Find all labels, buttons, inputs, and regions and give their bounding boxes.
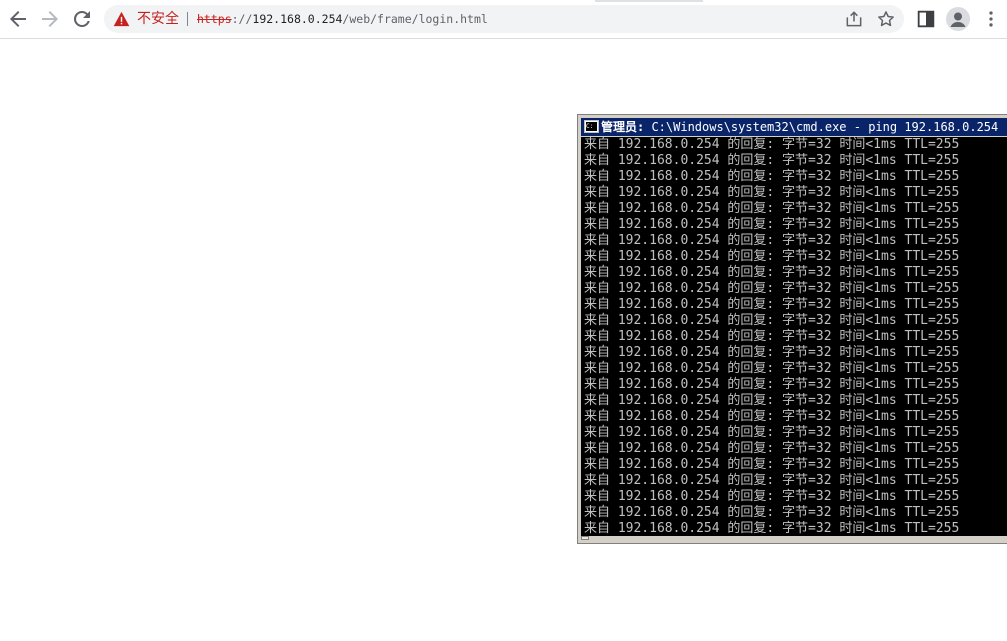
- back-button[interactable]: [6, 7, 30, 31]
- cmd-title: 管理员: C:\Windows\system32\cmd.exe - ping …: [601, 119, 1007, 135]
- share-icon[interactable]: [844, 9, 864, 29]
- ping-reply-line: 来自 192.168.0.254 的回复: 字节=32 时间<1ms TTL=2…: [584, 457, 960, 472]
- ping-reply-line: 来自 192.168.0.254 的回复: 字节=32 时间<1ms TTL=2…: [584, 153, 960, 168]
- side-panel-icon[interactable]: [915, 8, 937, 30]
- cmd-horizontal-scrollbar[interactable]: [581, 536, 1007, 540]
- browser-toolbar: 不安全 https://192.168.0.254/web/frame/logi…: [0, 0, 1007, 39]
- ping-reply-line: 来自 192.168.0.254 的回复: 字节=32 时间<1ms TTL=2…: [584, 137, 960, 152]
- ping-reply-line: 来自 192.168.0.254 的回复: 字节=32 时间<1ms TTL=2…: [584, 217, 960, 232]
- ping-reply-line: 来自 192.168.0.254 的回复: 字节=32 时间<1ms TTL=2…: [584, 185, 960, 200]
- ping-reply-line: 来自 192.168.0.254 的回复: 字节=32 时间<1ms TTL=2…: [584, 425, 960, 440]
- reload-button[interactable]: [70, 7, 94, 31]
- ping-reply-line: 来自 192.168.0.254 的回复: 字节=32 时间<1ms TTL=2…: [584, 409, 960, 424]
- ping-reply-line: 来自 192.168.0.254 的回复: 字节=32 时间<1ms TTL=2…: [584, 521, 960, 536]
- ping-reply-line: 来自 192.168.0.254 的回复: 字节=32 时间<1ms TTL=2…: [584, 505, 960, 520]
- ping-reply-line: 来自 192.168.0.254 的回复: 字节=32 时间<1ms TTL=2…: [584, 361, 960, 376]
- ping-reply-line: 来自 192.168.0.254 的回复: 字节=32 时间<1ms TTL=2…: [584, 313, 960, 328]
- ping-reply-line: 来自 192.168.0.254 的回复: 字节=32 时间<1ms TTL=2…: [584, 201, 960, 216]
- warning-triangle-icon[interactable]: [113, 11, 130, 27]
- url-host: 192.168.0.254: [252, 12, 343, 26]
- ping-reply-line: 来自 192.168.0.254 的回复: 字节=32 时间<1ms TTL=2…: [584, 377, 960, 392]
- ping-reply-line: 来自 192.168.0.254 的回复: 字节=32 时间<1ms TTL=2…: [584, 473, 960, 488]
- star-icon[interactable]: [876, 9, 896, 29]
- ping-reply-line: 来自 192.168.0.254 的回复: 字节=32 时间<1ms TTL=2…: [584, 489, 960, 504]
- ping-reply-line: 来自 192.168.0.254 的回复: 字节=32 时间<1ms TTL=2…: [584, 265, 960, 280]
- scrollbar-thumb[interactable]: [581, 536, 589, 540]
- cmd-icon[interactable]: C:: [584, 120, 599, 133]
- url-path: /web/frame/login.html: [342, 12, 488, 26]
- omnibox-divider: [187, 12, 188, 26]
- url-scheme: https: [197, 12, 232, 26]
- avatar-icon[interactable]: [946, 7, 970, 31]
- ping-reply-line: 来自 192.168.0.254 的回复: 字节=32 时间<1ms TTL=2…: [584, 297, 960, 312]
- cmd-title-path: C:\Windows\system32\cmd.exe - ping 192.1…: [644, 120, 1007, 134]
- kebab-menu-icon[interactable]: [980, 8, 1002, 30]
- ping-reply-line: 来自 192.168.0.254 的回复: 字节=32 时间<1ms TTL=2…: [584, 345, 960, 360]
- url-text[interactable]: https://192.168.0.254/web/frame/login.ht…: [197, 11, 488, 27]
- ping-reply-line: 来自 192.168.0.254 的回复: 字节=32 时间<1ms TTL=2…: [584, 281, 960, 296]
- ping-reply-line: 来自 192.168.0.254 的回复: 字节=32 时间<1ms TTL=2…: [584, 169, 960, 184]
- ping-reply-line: 来自 192.168.0.254 的回复: 字节=32 时间<1ms TTL=2…: [584, 393, 960, 408]
- cmd-console[interactable]: 来自 192.168.0.254 的回复: 字节=32 时间<1ms TTL=2…: [581, 137, 1007, 538]
- tab-strip-edge: [595, 0, 703, 2]
- security-status-label[interactable]: 不安全: [137, 10, 179, 28]
- reload-icon: [70, 7, 94, 31]
- forward-button[interactable]: [38, 7, 62, 31]
- cmd-title-prefix: 管理员:: [601, 120, 645, 134]
- address-bar[interactable]: 不安全 https://192.168.0.254/web/frame/logi…: [104, 5, 904, 33]
- ping-reply-line: 来自 192.168.0.254 的回复: 字节=32 时间<1ms TTL=2…: [584, 249, 960, 264]
- cmd-titlebar[interactable]: C: 管理员: C:\Windows\system32\cmd.exe - pi…: [581, 118, 1007, 136]
- cmd-window[interactable]: C: 管理员: C:\Windows\system32\cmd.exe - pi…: [577, 114, 1007, 544]
- ping-reply-line: 来自 192.168.0.254 的回复: 字节=32 时间<1ms TTL=2…: [584, 329, 960, 344]
- url-separator: ://: [231, 12, 253, 26]
- arrow-right-icon: [38, 7, 62, 31]
- ping-reply-line: 来自 192.168.0.254 的回复: 字节=32 时间<1ms TTL=2…: [584, 441, 960, 456]
- ping-reply-line: 来自 192.168.0.254 的回复: 字节=32 时间<1ms TTL=2…: [584, 233, 960, 248]
- arrow-left-icon: [6, 7, 30, 31]
